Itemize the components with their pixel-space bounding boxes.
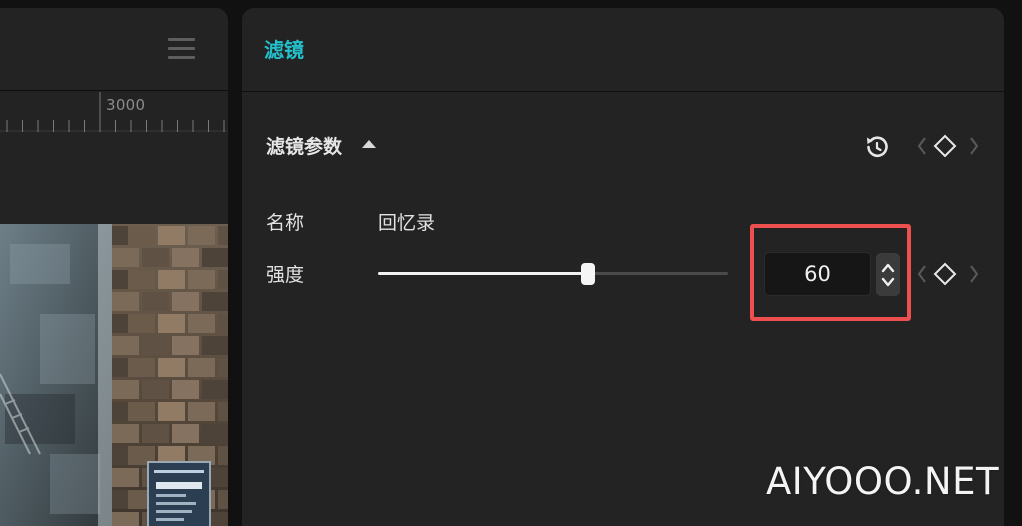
brick <box>142 248 169 267</box>
brick <box>158 402 185 421</box>
brick <box>112 248 139 267</box>
brick <box>172 336 199 355</box>
brick <box>142 292 169 311</box>
brick <box>142 336 169 355</box>
brick <box>128 226 155 245</box>
diamond-keyframe-icon[interactable] <box>932 261 958 287</box>
brick <box>112 336 139 355</box>
name-label: 名称 <box>266 212 305 234</box>
filter-inspector-panel: 滤镜 滤镜参数 名称 回忆录 强度 <box>242 8 1004 526</box>
brick <box>142 424 169 443</box>
stepper-up-down-icon[interactable] <box>876 253 900 296</box>
brick <box>218 490 228 509</box>
inspector-header: 滤镜 <box>242 8 1004 92</box>
brick <box>218 358 228 377</box>
intensity-label: 强度 <box>266 264 305 286</box>
brick <box>218 314 228 333</box>
brick <box>188 314 215 333</box>
intensity-keyframe-nav <box>916 261 982 287</box>
filter-name-value: 回忆录 <box>378 212 436 234</box>
intensity-slider[interactable] <box>378 262 728 286</box>
diamond-keyframe-icon[interactable] <box>932 133 958 159</box>
brick <box>218 446 228 465</box>
brick <box>142 380 169 399</box>
caret-up-icon[interactable] <box>362 140 376 148</box>
brick <box>218 226 228 245</box>
brick <box>202 292 228 311</box>
brick <box>172 424 199 443</box>
brick <box>128 270 155 289</box>
brick <box>158 314 185 333</box>
brick <box>112 512 139 526</box>
brick <box>188 270 215 289</box>
player-panel: 3000 <box>0 8 228 526</box>
brick <box>202 248 228 267</box>
brick <box>128 402 155 421</box>
brick <box>172 380 199 399</box>
brick <box>112 468 139 487</box>
brick <box>128 314 155 333</box>
preview-image <box>0 224 228 526</box>
section-title-filter-params[interactable]: 滤镜参数 <box>266 132 342 159</box>
ruler-label: 3000 <box>106 96 146 114</box>
watermark-text: AIYOOO.NET <box>766 460 1000 503</box>
slider-thumb[interactable] <box>581 263 595 285</box>
chevron-right-icon[interactable] <box>968 261 980 287</box>
brick <box>128 358 155 377</box>
intensity-input[interactable] <box>764 252 871 296</box>
tab-filter[interactable]: 滤镜 <box>264 34 304 63</box>
slider-fill <box>378 272 588 275</box>
brick <box>218 402 228 421</box>
section-keyframe-nav <box>916 133 982 159</box>
chevron-left-icon[interactable] <box>916 261 928 287</box>
timeline-ruler[interactable]: 3000 <box>0 92 228 132</box>
brick <box>218 270 228 289</box>
menu-icon[interactable] <box>168 36 196 62</box>
video-preview <box>0 224 228 526</box>
brick <box>172 292 199 311</box>
brick <box>172 248 199 267</box>
brick <box>202 336 228 355</box>
brick <box>112 292 139 311</box>
brick <box>158 270 185 289</box>
brick <box>188 402 215 421</box>
brick <box>188 226 215 245</box>
brick <box>158 226 185 245</box>
brick <box>202 424 228 443</box>
chevron-left-icon[interactable] <box>916 133 928 159</box>
brick <box>202 380 228 399</box>
player-header <box>0 8 228 91</box>
brick <box>158 358 185 377</box>
brick <box>188 358 215 377</box>
app-window: 3000 滤镜 滤镜参数 名称 回忆录 强度 60 AIYOOO.NET <box>0 0 1022 526</box>
chevron-right-icon[interactable] <box>968 133 980 159</box>
brick <box>112 424 139 443</box>
brick <box>112 380 139 399</box>
reset-icon[interactable] <box>864 134 890 160</box>
